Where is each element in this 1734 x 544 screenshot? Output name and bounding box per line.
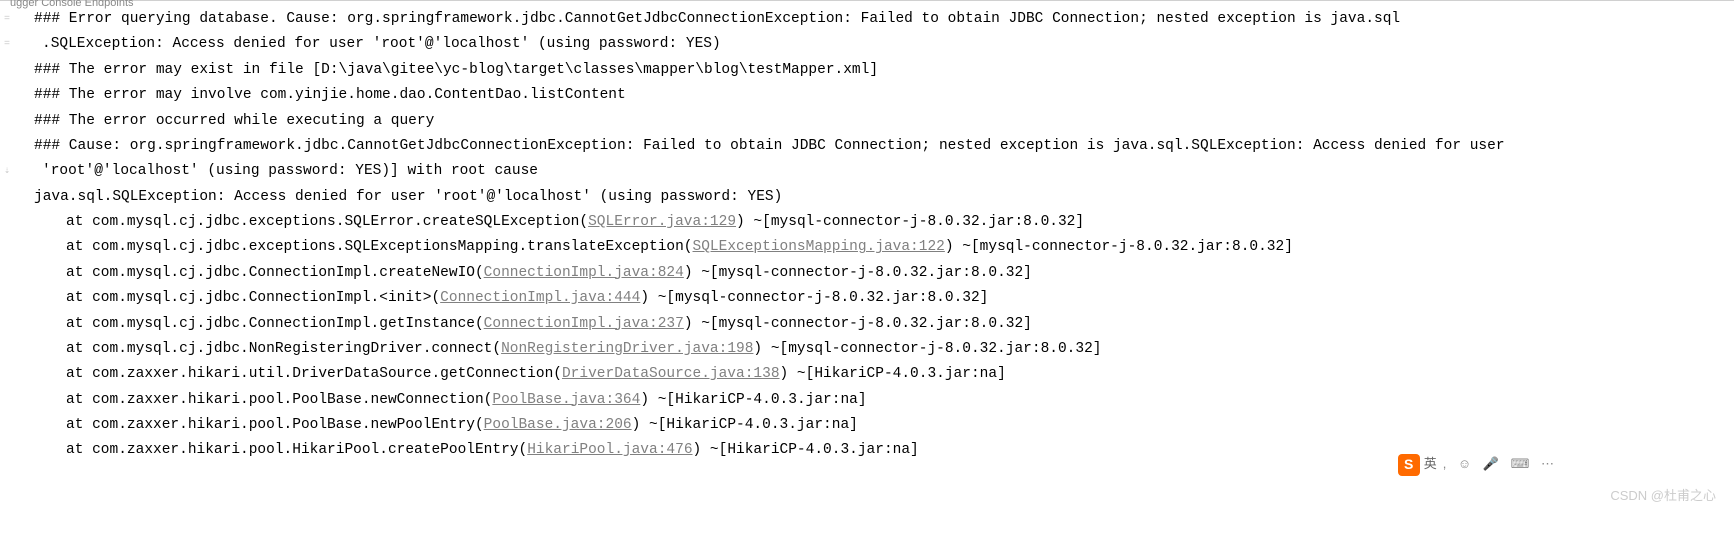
console-line: at com.mysql.cj.jdbc.ConnectionImpl.<ini… [18, 286, 1734, 311]
gutter: == ⇣ [4, 7, 18, 489]
source-link[interactable]: NonRegisteringDriver.java:198 [501, 341, 753, 357]
stack-frame-text: at com.mysql.cj.jdbc.ConnectionImpl.getI… [66, 316, 484, 332]
gutter-marker [4, 362, 18, 387]
console-line: at com.zaxxer.hikari.pool.PoolBase.newPo… [18, 413, 1734, 438]
stack-frame-text: at com.mysql.cj.jdbc.NonRegisteringDrive… [66, 341, 501, 357]
gutter-marker [4, 185, 18, 210]
console-line: ### The error occurred while executing a… [18, 109, 1734, 134]
gutter-marker [4, 210, 18, 235]
stack-frame-text: at com.zaxxer.hikari.util.DriverDataSour… [66, 366, 562, 382]
gutter-marker [4, 109, 18, 134]
ime-toolbar[interactable]: S 英 , ☺ 🎤 ⌨ ⋯ [1398, 453, 1558, 476]
console-output: == ⇣ ### Error querying database. Cause: … [0, 3, 1734, 464]
gutter-marker [4, 388, 18, 413]
console-line: 'root'@'localhost' (using password: YES)… [18, 159, 1734, 184]
gutter-marker [4, 83, 18, 108]
console-line: at com.mysql.cj.jdbc.ConnectionImpl.getI… [18, 312, 1734, 337]
stack-frame-suffix: ) ~[HikariCP-4.0.3.jar:na] [780, 366, 1006, 382]
console-line: at com.zaxxer.hikari.pool.PoolBase.newCo… [18, 388, 1734, 413]
gutter-marker [4, 312, 18, 337]
stack-frame-text: at com.mysql.cj.jdbc.ConnectionImpl.crea… [66, 265, 484, 281]
gutter-marker [4, 261, 18, 286]
console-line: at com.mysql.cj.jdbc.NonRegisteringDrive… [18, 337, 1734, 362]
stack-frame-text: at com.zaxxer.hikari.pool.PoolBase.newPo… [66, 417, 484, 433]
stack-frame-suffix: ) ~[mysql-connector-j-8.0.32.jar:8.0.32] [736, 214, 1084, 230]
stack-frame-suffix: ) ~[mysql-connector-j-8.0.32.jar:8.0.32] [753, 341, 1101, 357]
stack-frame-text: at com.mysql.cj.jdbc.exceptions.SQLExcep… [66, 239, 693, 255]
console-line: at com.zaxxer.hikari.util.DriverDataSour… [18, 362, 1734, 387]
gutter-marker [4, 337, 18, 362]
csdn-watermark: CSDN @杜甫之心 [1610, 485, 1716, 508]
console-line: at com.mysql.cj.jdbc.ConnectionImpl.crea… [18, 261, 1734, 286]
source-link[interactable]: ConnectionImpl.java:237 [484, 316, 684, 332]
console-line: ### Cause: org.springframework.jdbc.Cann… [18, 134, 1734, 159]
source-link[interactable]: PoolBase.java:364 [492, 392, 640, 408]
gutter-marker: = [4, 32, 18, 57]
ime-language-label[interactable]: 英 [1424, 453, 1437, 476]
console-line: ### The error may exist in file [D:\java… [18, 58, 1734, 83]
ime-tool-icons[interactable]: , ☺ 🎤 ⌨ ⋯ [1443, 453, 1558, 476]
gutter-marker [4, 439, 18, 464]
stack-frame-text: at com.mysql.cj.jdbc.ConnectionImpl.<ini… [66, 290, 440, 306]
stack-frame-suffix: ) ~[mysql-connector-j-8.0.32.jar:8.0.32] [640, 290, 988, 306]
gutter-marker [4, 134, 18, 159]
gutter-marker: = [4, 7, 18, 32]
gutter-marker [4, 413, 18, 438]
stack-frame-suffix: ) ~[HikariCP-4.0.3.jar:na] [640, 392, 866, 408]
console-line: .SQLException: Access denied for user 'r… [18, 32, 1734, 57]
stack-frame-text: at com.zaxxer.hikari.pool.PoolBase.newCo… [66, 392, 492, 408]
stack-frame-text: at com.mysql.cj.jdbc.exceptions.SQLError… [66, 214, 588, 230]
source-link[interactable]: SQLExceptionsMapping.java:122 [693, 239, 945, 255]
console-line: ### The error may involve com.yinjie.hom… [18, 83, 1734, 108]
console-line: at com.mysql.cj.jdbc.exceptions.SQLExcep… [18, 235, 1734, 260]
gutter-marker [4, 286, 18, 311]
stack-frame-suffix: ) ~[mysql-connector-j-8.0.32.jar:8.0.32] [684, 265, 1032, 281]
sogou-ime-icon[interactable]: S [1398, 454, 1420, 476]
console-line: at com.mysql.cj.jdbc.exceptions.SQLError… [18, 210, 1734, 235]
console-line: ### Error querying database. Cause: org.… [18, 7, 1734, 32]
source-link[interactable]: HikariPool.java:476 [527, 442, 692, 458]
stack-frame-suffix: ) ~[HikariCP-4.0.3.jar:na] [632, 417, 858, 433]
stack-frame-suffix: ) ~[mysql-connector-j-8.0.32.jar:8.0.32] [945, 239, 1293, 255]
gutter-marker [4, 236, 18, 261]
gutter-marker: ⇣ [4, 159, 18, 184]
source-link[interactable]: ConnectionImpl.java:444 [440, 290, 640, 306]
source-link[interactable]: ConnectionImpl.java:824 [484, 265, 684, 281]
gutter-marker [4, 464, 18, 489]
stack-frame-suffix: ) ~[mysql-connector-j-8.0.32.jar:8.0.32] [684, 316, 1032, 332]
source-link[interactable]: SQLError.java:129 [588, 214, 736, 230]
stack-frame-suffix: ) ~[HikariCP-4.0.3.jar:na] [693, 442, 919, 458]
console-line: java.sql.SQLException: Access denied for… [18, 185, 1734, 210]
source-link[interactable]: PoolBase.java:206 [484, 417, 632, 433]
stack-frame-text: at com.zaxxer.hikari.pool.HikariPool.cre… [66, 442, 527, 458]
source-link[interactable]: DriverDataSource.java:138 [562, 366, 780, 382]
gutter-marker [4, 58, 18, 83]
